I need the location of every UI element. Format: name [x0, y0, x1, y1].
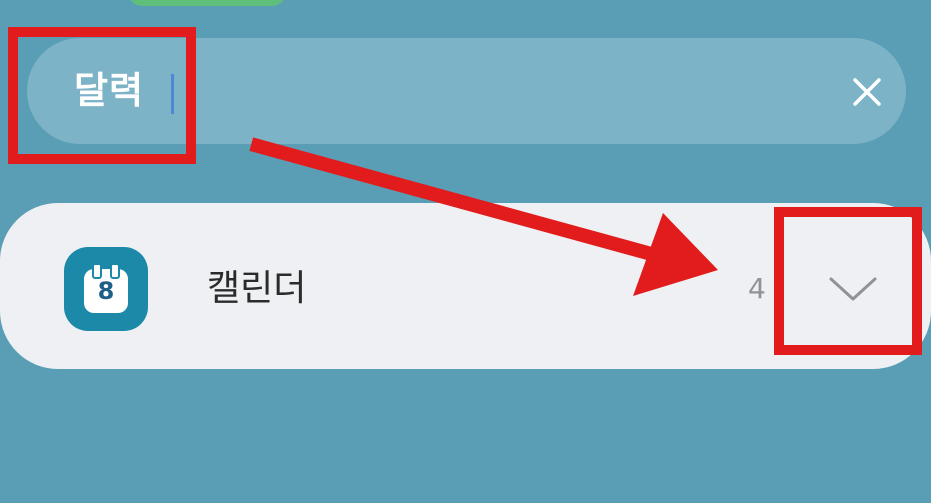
top-green-pill: [128, 0, 286, 6]
calendar-day-number: 8: [97, 277, 115, 305]
app-name[interactable]: 캘린더: [207, 203, 306, 369]
calendar-page: 8: [84, 263, 128, 313]
annotation-box-search: [8, 27, 196, 164]
clear-search-button[interactable]: [847, 72, 887, 112]
close-icon: [853, 78, 881, 106]
calendar-app-icon[interactable]: 8: [64, 247, 148, 331]
annotation-box-expand: [774, 207, 922, 355]
result-count: 4: [748, 272, 766, 305]
